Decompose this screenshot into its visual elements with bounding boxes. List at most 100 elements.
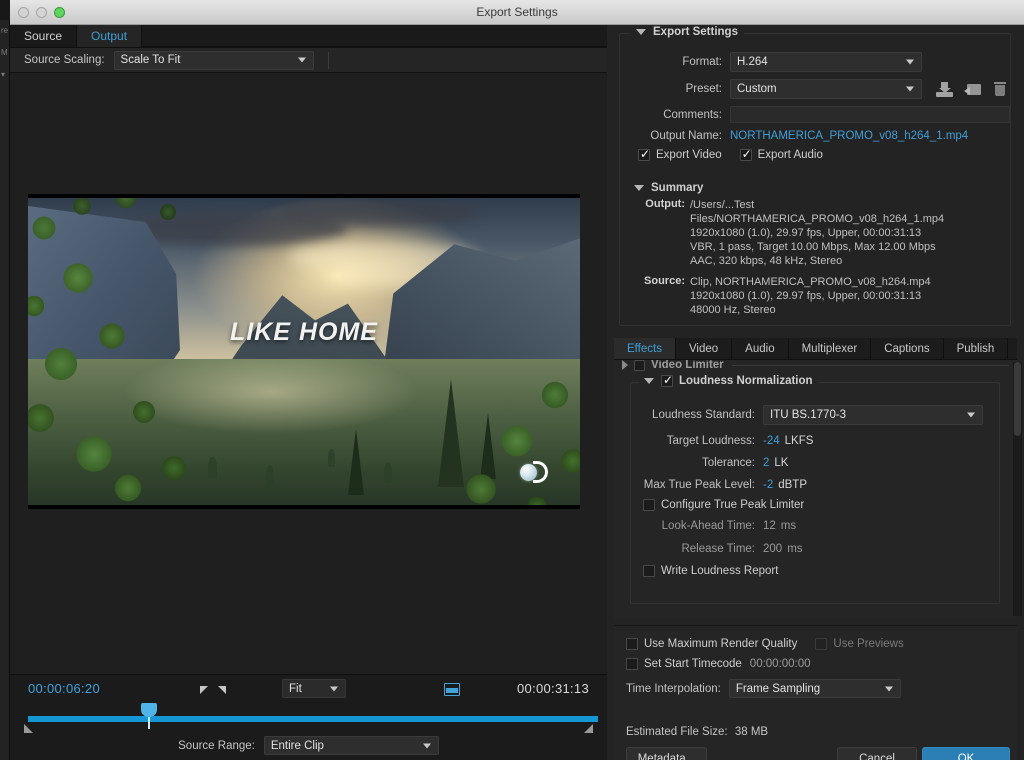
render-quality-row: Use Maximum Render Quality Use Previews <box>614 626 1017 650</box>
write-loudness-report-row: Write Loudness Report <box>631 565 999 577</box>
ok-button[interactable]: OK <box>922 747 1010 760</box>
summary-source-lines: Clip, NORTHAMERICA_PROMO_v08_h264.mp4 19… <box>690 275 931 317</box>
source-range-icon[interactable] <box>444 683 460 696</box>
mark-in-icon[interactable] <box>200 686 208 694</box>
letterbox-top <box>28 194 580 198</box>
estimated-file-size-value: 38 MB <box>734 726 769 738</box>
source-range-select[interactable]: Entire Clip <box>263 736 439 755</box>
tab-captions[interactable]: Captions <box>871 338 944 359</box>
current-timecode[interactable]: 00:00:06:20 <box>28 681 100 696</box>
tab-effects[interactable]: Effects <box>614 338 676 359</box>
timecode-row: 00:00:06:20 Fit 00:00:31:13 <box>10 675 607 702</box>
max-true-peak-row: Max True Peak Level: -2 dBTP <box>631 479 999 491</box>
mark-out-icon[interactable] <box>218 686 226 694</box>
preset-select[interactable]: Custom <box>730 79 922 99</box>
video-limiter-checkbox[interactable] <box>634 360 645 371</box>
configure-true-peak-row: Configure True Peak Limiter <box>631 499 999 511</box>
import-preset-icon[interactable] <box>964 82 981 97</box>
preview-stage: LIKE HOME <box>10 73 607 669</box>
write-loudness-report-label: Write Loudness Report <box>661 565 779 577</box>
comments-input[interactable] <box>730 106 1010 123</box>
time-interpolation-select[interactable]: Frame Sampling <box>728 679 901 698</box>
disclosure-triangle-icon[interactable] <box>622 360 628 370</box>
playhead-stem <box>148 717 150 729</box>
preset-label: Preset: <box>685 83 722 95</box>
cancel-button[interactable]: Cancel <box>837 747 917 760</box>
set-start-timecode-checkbox[interactable] <box>626 658 638 670</box>
preview-column: Source Output Source Scaling: Scale To F… <box>10 25 607 760</box>
tolerance-value[interactable]: 2 <box>763 457 769 469</box>
target-loudness-value[interactable]: -24 <box>763 435 780 447</box>
transport-bar: 00:00:06:20 Fit 00:00:31:13 Source Range… <box>10 674 607 760</box>
tab-multiplexer[interactable]: Multiplexer <box>788 338 872 359</box>
loudness-standard-value: ITU BS.1770-3 <box>770 409 847 421</box>
toolbar-divider <box>327 51 329 69</box>
tolerance-unit: LK <box>774 457 789 469</box>
effects-tab-strip: Effects Video Audio Multiplexer Captions… <box>614 338 1017 360</box>
summary-line: Clip, NORTHAMERICA_PROMO_v08_h264.mp4 <box>690 276 931 288</box>
export-audio-checkbox[interactable] <box>739 147 752 161</box>
release-time-value: 200 <box>763 543 783 555</box>
summary-header[interactable]: Summary <box>634 182 1000 194</box>
summary-title: Summary <box>651 182 704 194</box>
playhead-handle[interactable] <box>141 703 157 729</box>
use-maximum-render-quality-checkbox[interactable] <box>626 638 638 650</box>
forest-detail <box>384 463 392 483</box>
look-ahead-time-value: 12 <box>763 520 776 532</box>
source-scaling-value: Scale To Fit <box>120 54 181 66</box>
disclosure-triangle-icon[interactable] <box>636 29 646 35</box>
max-true-peak-value[interactable]: -2 <box>763 479 773 491</box>
output-name-row: Output Name: NORTHAMERICA_PROMO_v08_h264… <box>620 130 1010 142</box>
export-video-checkbox[interactable] <box>638 147 650 161</box>
comments-row: Comments: <box>620 106 1010 123</box>
format-row: Format: H.264 <box>620 52 1010 72</box>
export-settings-window: re M ▾ Export Settings Source Output Sourc… <box>0 0 1024 760</box>
summary-output-block: Output: /Users/...Test Files/NORTHAMERIC… <box>634 198 1000 268</box>
video-preview-frame[interactable]: LIKE HOME <box>28 194 580 509</box>
output-name-label: Output Name: <box>650 130 722 142</box>
configure-true-peak-limiter-checkbox[interactable] <box>643 499 655 511</box>
tab-video[interactable]: Video <box>675 338 733 359</box>
look-ahead-time-unit: ms <box>780 520 797 532</box>
delete-preset-icon[interactable] <box>992 81 1009 97</box>
export-settings-header[interactable]: Export Settings <box>630 26 744 38</box>
loudness-normalization-group: Loudness Normalization Loudness Standard… <box>630 373 1000 604</box>
look-ahead-time-label: Look-Ahead Time: <box>661 520 755 532</box>
scrollbar-thumb[interactable] <box>1014 362 1021 436</box>
preset-actions <box>936 81 1009 97</box>
pine-tree <box>348 429 364 495</box>
scrubber[interactable] <box>10 702 607 733</box>
metadata-button[interactable]: Metadata... <box>626 747 707 760</box>
write-loudness-report-checkbox[interactable] <box>643 565 655 577</box>
disclosure-triangle-icon[interactable] <box>644 378 654 384</box>
letter-d-icon <box>533 461 548 483</box>
summary-line: AAC, 320 kbps, 48 kHz, Stereo <box>690 255 843 267</box>
save-preset-icon[interactable] <box>936 81 953 97</box>
source-scaling-select[interactable]: Scale To Fit <box>113 50 314 70</box>
loudness-standard-label: Loudness Standard: <box>652 409 755 421</box>
video-limiter-label: Video Limiter <box>651 360 724 371</box>
output-name-link[interactable]: NORTHAMERICA_PROMO_v08_h264_1.mp4 <box>730 130 968 142</box>
effects-panel-body: Video Limiter Loudness Normalization Lou… <box>614 360 1017 618</box>
source-scaling-label: Source Scaling: <box>24 54 105 66</box>
format-select[interactable]: H.264 <box>730 52 922 72</box>
format-label: Format: <box>682 56 722 68</box>
video-limiter-row[interactable]: Video Limiter <box>614 360 1017 372</box>
loudness-standard-select[interactable]: ITU BS.1770-3 <box>763 405 983 425</box>
summary-section: Summary Output: /Users/...Test Files/NOR… <box>634 182 1000 324</box>
release-time-label: Release Time: <box>681 543 755 555</box>
tab-output[interactable]: Output <box>77 25 143 47</box>
forest-detail <box>266 465 274 491</box>
tab-publish[interactable]: Publish <box>943 338 1009 359</box>
loudness-normalization-header[interactable]: Loudness Normalization <box>639 373 818 387</box>
chevron-down-icon <box>297 57 306 63</box>
scrubber-track[interactable] <box>28 716 598 722</box>
tab-audio[interactable]: Audio <box>732 338 789 359</box>
source-scaling-row: Source Scaling: Scale To Fit <box>10 48 607 73</box>
chevron-down-icon <box>330 686 338 691</box>
effects-scrollbar[interactable] <box>1013 362 1022 616</box>
disclosure-triangle-icon[interactable] <box>634 185 644 191</box>
zoom-level-select[interactable]: Fit <box>282 679 346 698</box>
tab-source[interactable]: Source <box>10 25 78 47</box>
loudness-normalization-checkbox[interactable] <box>661 373 673 387</box>
